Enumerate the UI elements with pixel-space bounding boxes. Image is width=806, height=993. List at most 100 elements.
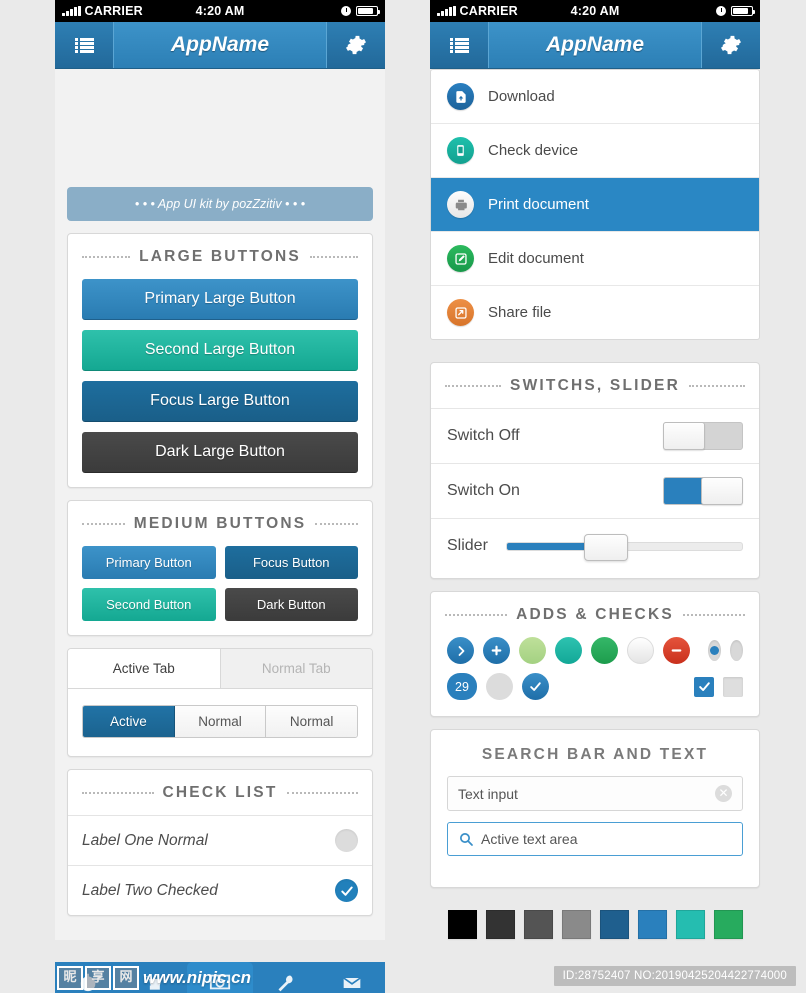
segment-normal-1[interactable]: Normal bbox=[174, 706, 267, 737]
menu-button[interactable] bbox=[55, 22, 114, 68]
light-green-dot-icon[interactable] bbox=[519, 637, 546, 664]
minus-icon[interactable] bbox=[663, 637, 690, 664]
check-list-row[interactable]: Label Two Checked bbox=[68, 865, 372, 915]
app-title: AppName bbox=[170, 33, 270, 56]
alarm-clock-icon bbox=[341, 6, 351, 16]
large-buttons-list: Primary Large Button Second Large Button… bbox=[68, 279, 372, 487]
swatch-black[interactable] bbox=[447, 910, 477, 939]
clear-icon[interactable]: ✕ bbox=[715, 785, 732, 802]
checkbox-unchecked[interactable] bbox=[723, 676, 743, 697]
active-search-row[interactable] bbox=[447, 822, 743, 856]
segment-active[interactable]: Active bbox=[83, 706, 175, 737]
list-icon bbox=[450, 38, 469, 53]
color-swatches bbox=[430, 900, 760, 939]
adds-checks-body: 29 bbox=[431, 637, 759, 716]
checkbox-unchecked-icon[interactable] bbox=[335, 829, 358, 852]
battery-icon bbox=[356, 6, 380, 16]
focus-large-button[interactable]: Focus Large Button bbox=[82, 381, 358, 422]
text-input-row[interactable]: ✕ bbox=[447, 776, 743, 811]
switches-header: SWITCHS, SLIDER bbox=[431, 363, 759, 408]
dotted-rule-left bbox=[445, 614, 508, 616]
checkbox-checked[interactable] bbox=[694, 676, 714, 697]
watermark-left: 昵 享 网 www.nipic.cn bbox=[55, 962, 251, 993]
large-buttons-header: LARGE BUTTONS bbox=[68, 234, 372, 279]
text-input[interactable] bbox=[458, 785, 715, 802]
watermark-cn-logo: 昵 享 网 bbox=[57, 965, 139, 990]
menu-item-label: Print document bbox=[488, 196, 589, 213]
nav-bar-left: AppName bbox=[55, 22, 385, 69]
swatch-dark-gray[interactable] bbox=[485, 910, 515, 939]
tab-icon-mail[interactable] bbox=[319, 962, 385, 993]
toggle-switch-on[interactable] bbox=[663, 477, 743, 505]
menu-item-download[interactable]: Download bbox=[431, 70, 759, 124]
adds-row-1 bbox=[447, 637, 743, 664]
tab-normal[interactable]: Normal Tab bbox=[220, 649, 372, 688]
green-dot-icon[interactable] bbox=[591, 637, 618, 664]
section-title: SWITCHS, SLIDER bbox=[510, 377, 680, 394]
teal-dot-icon[interactable] bbox=[555, 637, 582, 664]
check-circle-icon[interactable] bbox=[522, 673, 549, 700]
tab-icon-tools[interactable] bbox=[253, 962, 319, 993]
menu-item-label: Edit document bbox=[488, 250, 584, 267]
dotted-rule-left bbox=[445, 385, 502, 387]
plus-icon[interactable] bbox=[483, 637, 510, 664]
radio-unselected[interactable] bbox=[730, 640, 743, 661]
swatch-dark-blue[interactable] bbox=[599, 910, 629, 939]
check-list-label: Label One Normal bbox=[82, 831, 208, 849]
large-buttons-panel: LARGE BUTTONS Primary Large Button Secon… bbox=[67, 233, 373, 488]
alarm-clock-icon bbox=[716, 6, 726, 16]
slider-control[interactable] bbox=[505, 532, 743, 561]
white-dot-icon[interactable] bbox=[627, 637, 654, 664]
menu-button[interactable] bbox=[430, 22, 489, 68]
swatch-light-gray[interactable] bbox=[561, 910, 591, 939]
gray-dot-icon[interactable] bbox=[486, 673, 513, 700]
count-badge[interactable]: 29 bbox=[447, 673, 477, 700]
dark-button[interactable]: Dark Button bbox=[224, 588, 358, 621]
checkbox-checked-icon[interactable] bbox=[335, 879, 358, 902]
switch-knob bbox=[663, 422, 705, 450]
toggle-switch-off[interactable] bbox=[663, 422, 743, 450]
app-title: AppName bbox=[545, 33, 645, 56]
section-title: ADDS & CHECKS bbox=[516, 606, 674, 623]
menu-item-label: Check device bbox=[488, 142, 579, 159]
menu-item-share-file[interactable]: Share file bbox=[431, 286, 759, 339]
settings-button[interactable] bbox=[326, 22, 385, 68]
cn-char-2: 享 bbox=[85, 965, 111, 990]
medium-buttons-grid: Primary Button Focus Button Second Butto… bbox=[68, 546, 372, 635]
adds-checks-header: ADDS & CHECKS bbox=[431, 592, 759, 637]
swatch-mid-gray[interactable] bbox=[523, 910, 553, 939]
battery-icon bbox=[731, 6, 755, 16]
slider-knob[interactable] bbox=[584, 534, 629, 561]
right-phone-screen: CARRIER 4:20 AM AppName Download Check d… bbox=[430, 0, 760, 939]
ui-kit-page: CARRIER 4:20 AM AppName • • • App UI kit… bbox=[0, 0, 806, 993]
tab-active[interactable]: Active Tab bbox=[68, 649, 221, 688]
cn-char-3: 网 bbox=[113, 965, 139, 990]
chevron-right-icon[interactable] bbox=[447, 637, 474, 664]
medium-buttons-panel: MEDIUM BUTTONS Primary Button Focus Butt… bbox=[67, 500, 373, 636]
primary-button[interactable]: Primary Button bbox=[82, 546, 216, 579]
watermark-id: ID:28752407 NO:20190425204422774000 bbox=[553, 966, 796, 986]
signal-bars-icon bbox=[437, 6, 456, 16]
carrier-label: CARRIER bbox=[84, 4, 143, 18]
tab-bar: Active Tab Normal Tab bbox=[68, 649, 372, 689]
segment-normal-2[interactable]: Normal bbox=[266, 706, 357, 737]
printer-icon bbox=[447, 191, 474, 218]
menu-item-check-device[interactable]: Check device bbox=[431, 124, 759, 178]
second-button[interactable]: Second Button bbox=[82, 588, 216, 621]
active-search-input[interactable] bbox=[481, 831, 732, 847]
swatch-teal[interactable] bbox=[675, 910, 705, 939]
dark-large-button[interactable]: Dark Large Button bbox=[82, 432, 358, 473]
radio-selected[interactable] bbox=[708, 640, 721, 661]
focus-button[interactable]: Focus Button bbox=[224, 546, 358, 579]
menu-item-label: Download bbox=[488, 88, 555, 105]
swatch-blue[interactable] bbox=[637, 910, 667, 939]
menu-item-edit-document[interactable]: Edit document bbox=[431, 232, 759, 286]
status-right-group bbox=[341, 6, 380, 16]
primary-large-button[interactable]: Primary Large Button bbox=[82, 279, 358, 320]
check-list-row[interactable]: Label One Normal bbox=[68, 815, 372, 865]
left-phone-screen: CARRIER 4:20 AM AppName • • • App UI kit… bbox=[55, 0, 385, 940]
second-large-button[interactable]: Second Large Button bbox=[82, 330, 358, 371]
settings-button[interactable] bbox=[701, 22, 760, 68]
swatch-green[interactable] bbox=[713, 910, 743, 939]
menu-item-print-document[interactable]: Print document bbox=[431, 178, 759, 232]
